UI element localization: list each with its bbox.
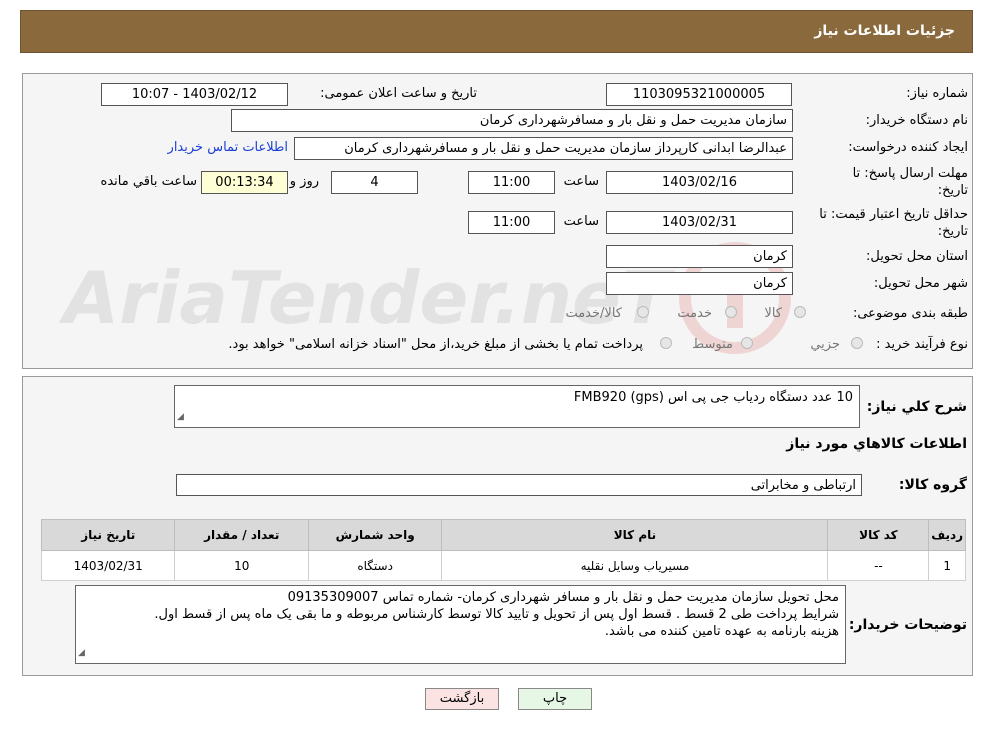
col-qty: تعداد / مقدار — [174, 519, 309, 551]
validity-time-label: ساعت — [563, 214, 599, 229]
days-field: 4 — [331, 171, 418, 194]
announce-field: 1403/02/12 - 10:07 — [101, 83, 288, 106]
remaining-label: ساعت باقي مانده — [100, 174, 197, 189]
deadline-time-field: 11:00 — [468, 171, 555, 194]
process-radio-minor[interactable] — [851, 337, 863, 349]
page-header: جزئیات اطلاعات نیاز — [20, 10, 973, 53]
description-text: 10 عدد دستگاه ردیاب جی پی اس (FMB920 (gp… — [573, 390, 853, 405]
category-radio-goods[interactable] — [794, 306, 806, 318]
description-label: شرح کلي نياز: — [866, 399, 967, 415]
category-radio-goods-service[interactable] — [637, 306, 649, 318]
cell-date: 1403/02/31 — [40, 550, 176, 581]
process-radio-medium[interactable] — [741, 337, 753, 349]
process-option-medium: متوسط — [692, 337, 733, 352]
buyer-contact-link[interactable]: اطلاعات تماس خریدار — [168, 140, 288, 155]
deadline-label-2: تاریخ: — [937, 183, 968, 198]
deadline-time-label: ساعت — [563, 174, 599, 189]
category-option-goods: کالا — [764, 306, 782, 321]
validity-date-field: 1403/02/31 — [606, 211, 793, 234]
creator-label: ایجاد کننده درخواست: — [848, 140, 968, 155]
cell-qty: 10 — [174, 550, 309, 581]
buyer-org-label: نام دستگاه خریدار: — [865, 113, 968, 128]
province-label: استان محل تحویل: — [866, 249, 968, 264]
back-button[interactable]: بازگشت — [425, 688, 499, 710]
deadline-label: مهلت ارسال پاسخ: تا — [852, 166, 968, 181]
validity-label-2: تاریخ: — [937, 224, 968, 239]
resize-grip-icon[interactable]: ◢ — [78, 645, 85, 662]
print-button[interactable]: چاپ — [518, 688, 592, 710]
buyer-notes-label: توضیحات خریدار: — [848, 617, 967, 633]
creator-field: عبدالرضا ابدانی کارپرداز سازمان مدیریت ح… — [294, 137, 793, 160]
goods-group-field: ارتباطی و مخابراتی — [176, 474, 862, 496]
cell-unit: دستگاه — [307, 550, 443, 581]
days-label: روز و — [289, 174, 319, 189]
table-header-row: رديف کد کالا نام کالا واحد شمارش تعداد /… — [40, 519, 966, 551]
validity-time-field: 11:00 — [468, 211, 555, 234]
category-option-service: خدمت — [677, 306, 712, 321]
process-note: پرداخت تمام یا بخشی از مبلغ خرید،از محل … — [228, 337, 643, 352]
category-label: طبقه بندی موضوعی: — [852, 306, 968, 321]
resize-grip-icon[interactable]: ◢ — [177, 409, 184, 426]
watermark-text: AriaTender.neT — [63, 256, 670, 340]
process-option-minor: جزيي — [810, 337, 840, 352]
validity-label: حداقل تاریخ اعتبار قیمت: تا — [819, 207, 968, 222]
buyer-notes-line: هزینه بارنامه به عهده تامین کننده می باش… — [604, 624, 839, 639]
col-row: رديف — [928, 519, 966, 551]
page-title: جزئیات اطلاعات نیاز — [814, 23, 955, 39]
need-number-label: شماره نیاز: — [906, 86, 968, 101]
deadline-date-field: 1403/02/16 — [606, 171, 793, 194]
cell-row: 1 — [928, 550, 966, 581]
goods-table: رديف کد کالا نام کالا واحد شمارش تعداد /… — [40, 519, 966, 581]
goods-group-label: گروه کالا: — [898, 477, 967, 493]
cell-name: مسیریاب وسایل نقلیه — [441, 550, 829, 581]
buyer-notes-line: محل تحویل سازمان مدیریت حمل و نقل بار و … — [287, 590, 839, 605]
table-row[interactable]: 1 -- مسیریاب وسایل نقلیه دستگاه 10 1403/… — [40, 550, 966, 581]
buyer-notes-line: شرایط پرداخت طی 2 قسط . قسط اول پس از تح… — [154, 607, 839, 622]
need-number-field: 1103095321000005 — [606, 83, 792, 106]
description-field: 10 عدد دستگاه ردیاب جی پی اس (FMB920 (gp… — [174, 385, 860, 428]
category-option-goods-service: کالا/خدمت — [565, 306, 622, 321]
remaining-time-field: 00:13:34 — [201, 171, 288, 194]
col-unit: واحد شمارش — [307, 519, 443, 551]
col-date: تاریخ نیاز — [40, 519, 176, 551]
city-label: شهر محل تحویل: — [873, 276, 968, 291]
category-radio-service[interactable] — [725, 306, 737, 318]
announce-label: تاریخ و ساعت اعلان عمومی: — [320, 86, 477, 101]
city-field: کرمان — [606, 272, 793, 295]
buyer-org-field: سازمان مدیریت حمل و نقل بار و مسافرشهردا… — [231, 109, 793, 132]
province-field: کرمان — [606, 245, 793, 268]
col-name: نام کالا — [441, 519, 829, 551]
buyer-notes-field: محل تحویل سازمان مدیریت حمل و نقل بار و … — [75, 585, 846, 664]
goods-section-title: اطلاعات کالاهاي مورد نياز — [786, 436, 967, 452]
process-checkbox-treasury[interactable] — [660, 337, 672, 349]
cell-code: -- — [827, 550, 930, 581]
process-label: نوع فرآیند خرید : — [876, 337, 968, 352]
col-code: کد کالا — [827, 519, 930, 551]
